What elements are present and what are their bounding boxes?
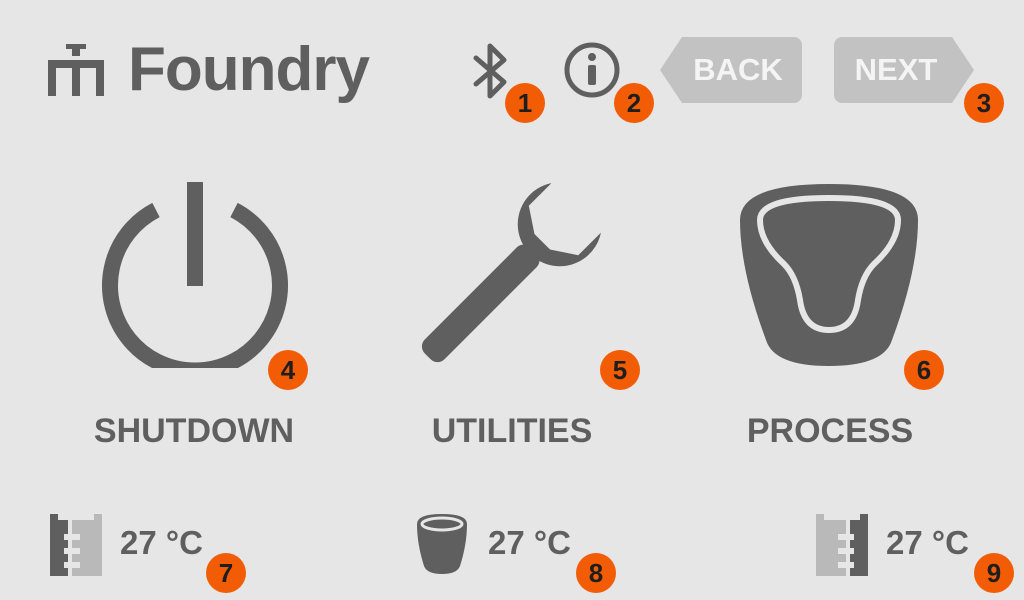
left-temperature: 27 °C	[120, 524, 203, 561]
shutdown-label[interactable]: SHUTDOWN	[74, 412, 314, 451]
wrench-icon	[421, 183, 601, 363]
right-temperature: 27 °C	[886, 524, 969, 561]
right-heater-icon	[816, 514, 868, 576]
shutdown-button[interactable]	[100, 178, 290, 379]
callout-badge-1: 1	[505, 83, 545, 123]
utilities-label[interactable]: UTILITIES	[392, 412, 632, 451]
callout-badge-8: 8	[576, 553, 616, 593]
callout-badge-5: 5	[600, 350, 640, 390]
callout-badge-6: 6	[904, 350, 944, 390]
utilities-button[interactable]	[414, 180, 604, 375]
crucible-icon	[740, 184, 918, 366]
callout-badge-3: 3	[964, 83, 1004, 123]
center-temperature: 27 °C	[488, 524, 571, 561]
back-button[interactable]: BACK	[660, 37, 802, 103]
info-icon[interactable]	[562, 40, 622, 100]
next-button[interactable]: NEXT	[834, 37, 974, 103]
foundry-logo-icon	[48, 44, 104, 96]
callout-badge-9: 9	[974, 553, 1014, 593]
left-heater-icon	[50, 514, 102, 576]
process-button[interactable]	[734, 180, 924, 375]
power-icon	[102, 182, 288, 379]
callout-badge-4: 4	[268, 350, 308, 390]
callout-badge-2: 2	[614, 83, 654, 123]
callout-badge-7: 7	[206, 553, 246, 593]
process-label[interactable]: PROCESS	[710, 412, 950, 451]
app-logo-text: Foundry	[128, 35, 370, 104]
crucible-small-icon	[417, 514, 467, 574]
